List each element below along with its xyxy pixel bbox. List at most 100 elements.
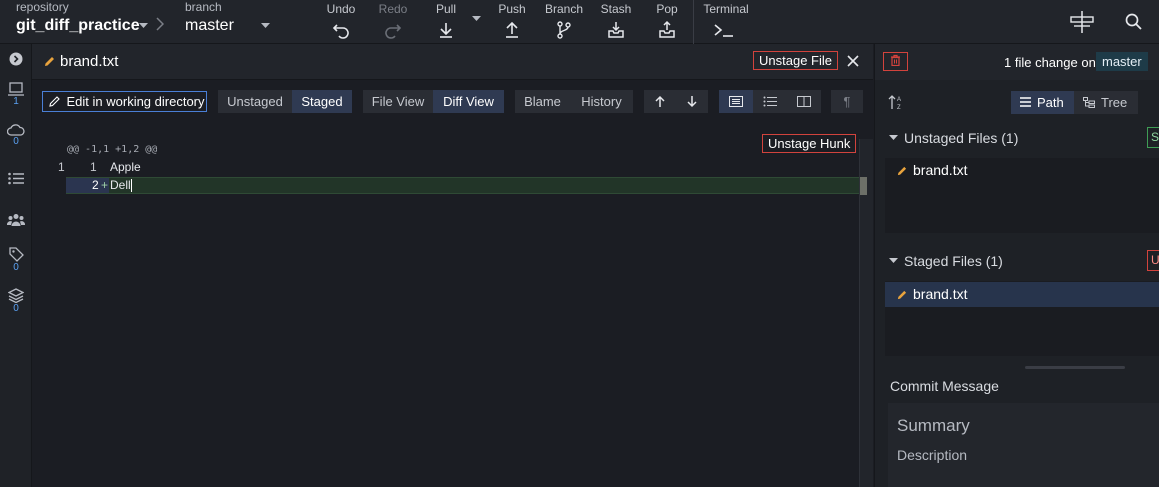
edit-in-working-directory-button[interactable]: Edit in working directory	[42, 91, 207, 112]
branch-name: master	[185, 17, 234, 34]
commit-summary-input[interactable]	[888, 413, 1159, 439]
terminal-label: Terminal	[703, 2, 749, 16]
unstaged-file-list: brand.txt	[885, 158, 1159, 233]
commit-description-input[interactable]	[888, 447, 1159, 487]
redo-icon	[385, 24, 402, 39]
list-view-icon	[763, 96, 777, 107]
chevron-right-icon	[156, 17, 164, 31]
scrollbar-thumb[interactable]	[860, 177, 867, 195]
next-hunk-button[interactable]	[676, 90, 708, 113]
undo-label: Undo	[326, 2, 356, 16]
path-view-button[interactable]: Path	[1011, 91, 1074, 114]
tree-label: Tree	[1101, 95, 1128, 110]
tree-icon	[1083, 97, 1095, 108]
tab-diff-view[interactable]: Diff View	[433, 90, 504, 113]
list-icon	[1020, 97, 1031, 107]
rail-list[interactable]	[0, 172, 32, 185]
unstaged-file-row[interactable]: brand.txt	[885, 158, 1159, 183]
tab-staged[interactable]: Staged	[292, 90, 352, 113]
push-label: Push	[498, 2, 526, 16]
push-icon	[506, 21, 518, 38]
stage-all-button[interactable]: S	[1147, 127, 1159, 148]
file-diff-pane: brand.txt Unstage File Edit in working d…	[32, 44, 873, 487]
whitespace-toggle[interactable]: ¶	[831, 90, 863, 113]
rail-expand[interactable]	[0, 52, 32, 66]
rail-remotes[interactable]: 0	[0, 124, 32, 147]
tab-unstaged[interactable]: Unstaged	[218, 90, 292, 113]
resize-handle[interactable]	[1025, 366, 1125, 369]
pencil-icon	[49, 96, 60, 107]
pencil-icon	[45, 57, 54, 66]
stash-button[interactable]: Stash	[596, 0, 636, 44]
repository-name: git_diff_practice	[16, 17, 140, 34]
trash-icon	[891, 54, 900, 67]
line-text: Dell	[110, 178, 131, 192]
push-button[interactable]: Push	[494, 0, 530, 44]
old-line-number: 1	[58, 160, 65, 174]
unstage-hunk-button[interactable]: Unstage Hunk	[762, 134, 857, 153]
staging-panel: 1 file change on master AZ Path Tree Uns…	[874, 44, 1159, 487]
staging-header: 1 file change on master	[875, 44, 1159, 80]
arrow-down-icon	[687, 96, 697, 108]
inline-view-toggle[interactable]	[753, 90, 787, 113]
staged-file-row[interactable]: brand.txt	[885, 282, 1159, 307]
unstage-file-button[interactable]: Unstage File	[753, 51, 838, 70]
branch-label: branch	[185, 0, 222, 14]
diff-line: 1 1 Apple	[58, 159, 873, 176]
branch-badge: master	[1096, 52, 1148, 71]
redo-button[interactable]: Redo	[374, 0, 412, 44]
split-view-icon	[797, 96, 811, 107]
search-icon[interactable]	[1125, 13, 1143, 31]
branch-selector[interactable]: master	[183, 15, 275, 39]
pop-button[interactable]: Pop	[648, 0, 686, 44]
pencil-icon	[897, 166, 907, 176]
svg-text:A: A	[897, 97, 901, 103]
file-name: brand.txt	[60, 53, 119, 70]
unstaged-file-name: brand.txt	[913, 162, 968, 178]
collapse-triangle-icon[interactable]	[889, 258, 898, 264]
rail-stashes[interactable]: 0	[0, 288, 32, 314]
repository-label: repository	[16, 0, 69, 14]
undo-button[interactable]: Undo	[322, 0, 360, 44]
people-icon	[7, 214, 25, 226]
pencil-icon	[897, 290, 907, 300]
sort-icon[interactable]: AZ	[888, 94, 904, 110]
branch-button[interactable]: Branch	[542, 0, 586, 44]
layers-icon	[8, 288, 24, 303]
unstage-all-button[interactable]: Uns	[1147, 250, 1159, 271]
file-header: brand.txt Unstage File	[32, 44, 873, 80]
chevron-down-icon	[261, 23, 270, 28]
edit-label: Edit in working directory	[66, 94, 205, 109]
toolbar-separator	[693, 0, 694, 44]
arrow-up-icon	[655, 95, 665, 107]
svg-text:Z: Z	[897, 105, 901, 110]
line-marker: +	[101, 178, 109, 192]
discard-all-button[interactable]	[883, 52, 908, 71]
pull-options-chevron-icon[interactable]	[472, 16, 481, 22]
rail-contributors[interactable]	[0, 213, 32, 226]
rail-tags[interactable]: 0	[0, 247, 32, 273]
tree-view-button[interactable]: Tree	[1074, 91, 1138, 114]
collapse-triangle-icon[interactable]	[889, 135, 898, 141]
staged-file-list: brand.txt	[885, 281, 1159, 356]
hunk-view-toggle[interactable]	[719, 90, 753, 113]
terminal-button[interactable]: Terminal	[700, 0, 752, 44]
unstaged-files-title: Unstaged Files (1)	[904, 130, 1019, 146]
path-label: Path	[1037, 95, 1064, 110]
previous-hunk-button[interactable]	[644, 90, 676, 113]
stash-icon	[608, 22, 624, 38]
branch-icon	[557, 21, 571, 39]
tab-file-view[interactable]: File View	[363, 90, 433, 113]
close-icon[interactable]	[847, 55, 859, 67]
diff-line-added: 2 + Dell	[66, 177, 873, 194]
stash-label: Stash	[600, 2, 632, 16]
layout-toggle-icon[interactable]	[1068, 10, 1096, 34]
tab-history[interactable]: History	[570, 90, 633, 113]
split-view-toggle[interactable]	[787, 90, 821, 113]
diff-toolbar: Edit in working directory Unstaged Stage…	[32, 80, 873, 124]
list-icon	[8, 172, 24, 185]
pull-button[interactable]: Pull	[428, 0, 464, 44]
rail-local-branches[interactable]: 1	[0, 82, 32, 107]
tab-blame[interactable]: Blame	[515, 90, 570, 113]
repository-selector[interactable]: git_diff_practice	[14, 15, 154, 39]
